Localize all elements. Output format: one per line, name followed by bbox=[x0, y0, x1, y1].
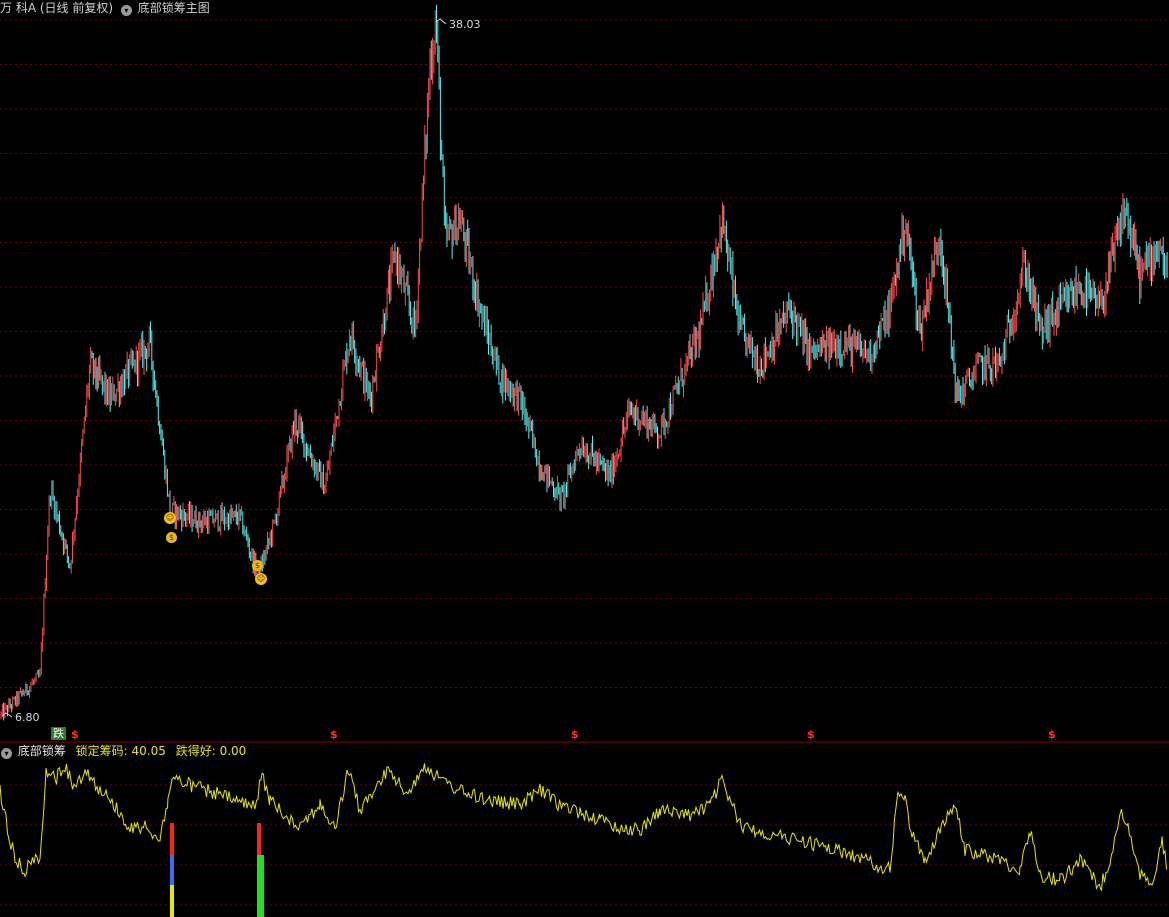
main-indicator-name[interactable]: 底部锁筹主图 bbox=[138, 1, 210, 15]
signal-bar-yellow-1 bbox=[170, 885, 174, 917]
sub-indicator-name[interactable]: 底部锁筹 bbox=[18, 744, 66, 758]
chart-header: 万 科A (日线 前复权) ▾ 底部锁筹主图 bbox=[0, 1, 210, 16]
main-grid bbox=[0, 19, 1169, 688]
sub-grid bbox=[0, 784, 1169, 906]
indicator-series bbox=[0, 763, 1167, 891]
signal-bar-blue-1 bbox=[170, 855, 174, 885]
signal-bar-red-2 bbox=[257, 823, 261, 855]
signal-bar-red-1 bbox=[170, 823, 174, 855]
candle-series bbox=[0, 4, 1168, 721]
stock-name: 万 科A bbox=[0, 1, 37, 15]
chart-mode: (日线 前复权) bbox=[39, 1, 114, 15]
chevron-down-icon[interactable]: ▾ bbox=[1, 748, 12, 759]
lock-chip-value: 锁定筹码: 40.05 bbox=[75, 744, 166, 758]
sub-header: ▾ 底部锁筹 锁定筹码: 40.05 跌得好: 0.00 bbox=[0, 744, 246, 759]
chevron-down-icon[interactable]: ▾ bbox=[120, 5, 132, 16]
die-badge: 跌 bbox=[51, 727, 66, 740]
dollar-mark-1: $ bbox=[71, 728, 79, 741]
high-price-label: 38.03 bbox=[449, 18, 481, 31]
low-price-label: 6.80 bbox=[15, 711, 40, 724]
signal-bars bbox=[170, 823, 264, 917]
chart-canvas bbox=[0, 4, 1169, 917]
extreme-marks bbox=[1, 18, 447, 718]
dollar-mark-2: $ bbox=[330, 728, 338, 741]
good-drop-value: 跌得好: 0.00 bbox=[175, 744, 247, 758]
dollar-mark-3: $ bbox=[571, 728, 579, 741]
lock-chip-line bbox=[0, 763, 1167, 891]
signal-bar-green-2 bbox=[257, 855, 264, 917]
smile-face-icon: ☺ bbox=[255, 573, 267, 585]
money-bag-icon: $ bbox=[252, 560, 263, 571]
dollar-mark-5: $ bbox=[1048, 728, 1056, 741]
smile-face-icon: ☺ bbox=[164, 512, 176, 524]
money-bag-icon: $ bbox=[166, 532, 177, 543]
dollar-mark-4: $ bbox=[807, 728, 815, 741]
